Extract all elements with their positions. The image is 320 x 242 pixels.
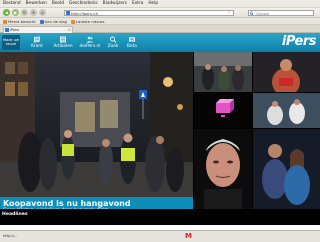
menu-item-tools[interactable]: Extra	[132, 1, 143, 6]
people-icon	[86, 36, 94, 43]
thumb-photo-sports	[253, 93, 320, 128]
forward-icon[interactable]: ▶	[12, 9, 19, 16]
thumb-article-4[interactable]	[253, 93, 320, 128]
page-content: Maak uw keuze Krant Artikelen deiPers.nl…	[0, 33, 320, 225]
headlines-bar: Headlines	[0, 209, 320, 225]
beta-icon	[129, 37, 135, 42]
menu-item-help[interactable]: Help	[148, 1, 158, 6]
nav-beta-label: Beta	[127, 44, 137, 49]
nav-deipers[interactable]: deiPers.nl	[77, 36, 103, 50]
search-input[interactable]: G Google	[248, 9, 314, 16]
menu-bar: Bestand Bewerken Beeld Geschiedenis Blad…	[0, 0, 320, 8]
tab-title: iPers	[10, 27, 20, 32]
nav-krant[interactable]: Krant	[27, 36, 47, 50]
nav-zoek[interactable]: Zoek	[106, 36, 120, 50]
bookmark-star-icon[interactable]: ☆	[227, 10, 231, 15]
reload-icon[interactable]: ↻	[21, 9, 28, 16]
nav-artikelen[interactable]: Artikelen	[51, 36, 75, 50]
tab-strip: iPers ×	[0, 25, 320, 33]
nav-krant-label: Krant	[31, 44, 43, 49]
thumb-photo-crowd	[194, 52, 252, 92]
hero-photo	[0, 52, 193, 197]
nav-zoek-label: Zoek	[107, 44, 119, 49]
search-icon	[110, 36, 117, 43]
home-icon[interactable]: ⌂	[39, 9, 46, 16]
thumb-article-2[interactable]	[253, 52, 320, 92]
thumb-photo-athlete	[253, 52, 320, 92]
nav-deipers-label: deiPers.nl	[79, 44, 101, 49]
headlines-label[interactable]: Headlines	[2, 212, 28, 217]
status-text: http://...	[3, 234, 18, 238]
bookmark-most-visited[interactable]: Meest bezocht	[3, 19, 36, 24]
search-placeholder: Google	[256, 10, 270, 16]
bookmark-latest-news[interactable]: Laatste nieuws	[70, 19, 105, 24]
thumb-article-3[interactable]	[194, 93, 252, 128]
bookmark-getting-started[interactable]: Aan de slag	[39, 19, 67, 24]
nav-artikelen-label: Artikelen	[53, 44, 73, 49]
stop-icon[interactable]: ✕	[30, 9, 37, 16]
menu-item-view[interactable]: Beeld	[52, 1, 64, 6]
menu-item-bookmarks[interactable]: Bladwijzers	[103, 1, 127, 6]
thumb-photo-portrait	[194, 129, 252, 209]
site-header: Maak uw keuze Krant Artikelen deiPers.nl…	[0, 33, 320, 52]
status-bar: http://... M	[0, 230, 320, 242]
address-bar-url: http://ipers.nl/	[71, 10, 98, 16]
rss-icon	[70, 19, 75, 24]
menu-item-file[interactable]: Bestand	[3, 1, 21, 6]
site-favicon-icon	[66, 11, 70, 15]
thumb-article-5[interactable]	[194, 129, 252, 209]
bookmarks-bar: Meest bezocht Aan de slag Laatste nieuws	[0, 18, 320, 25]
maak-keuze-button[interactable]: Maak uw keuze	[2, 35, 20, 50]
newspaper-icon	[34, 36, 40, 43]
nav-beta[interactable]: Beta	[125, 36, 139, 50]
thumb-photo-couple	[253, 129, 320, 209]
back-icon[interactable]: ◀	[3, 9, 10, 16]
tab-ipers[interactable]: iPers ×	[3, 26, 73, 33]
menu-item-history[interactable]: Geschiedenis	[69, 1, 98, 6]
thumb-photo-box	[194, 93, 252, 128]
hero-headline[interactable]: Koopavond is nu hangavond	[3, 199, 190, 208]
tab-favicon-icon	[5, 28, 9, 32]
bookmark-folder-icon	[3, 19, 7, 24]
thumb-article-1[interactable]	[194, 52, 252, 92]
navigation-toolbar: ◀ ▶ ↻ ✕ ⌂ http://ipers.nl/ ☆ G Google	[0, 8, 320, 18]
gmail-icon[interactable]: M	[185, 232, 192, 240]
address-bar[interactable]: http://ipers.nl/	[64, 9, 234, 16]
articles-icon	[60, 36, 66, 43]
hero-article[interactable]: Koopavond is nu hangavond Geen klanten, …	[0, 52, 193, 225]
google-search-icon: G	[250, 10, 254, 16]
menu-item-edit[interactable]: Bewerken	[26, 1, 47, 6]
ipers-logo[interactable]: iPers	[282, 34, 317, 49]
thumb-article-6[interactable]	[253, 129, 320, 209]
bookmark-page-icon	[39, 19, 44, 24]
